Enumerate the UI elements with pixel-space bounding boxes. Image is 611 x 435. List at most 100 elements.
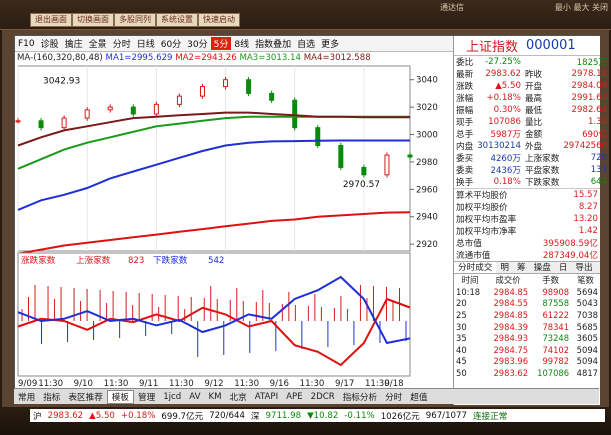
quote-cell: 0.30% <box>493 105 521 115</box>
status-item-12: 连接正常 <box>472 411 508 422</box>
quote-cell: 720 <box>590 153 608 163</box>
y-tick-label: 2960 <box>416 185 438 195</box>
trade-row[interactable]: 20 2984.55 87558 5043 <box>454 298 600 310</box>
status-item-4: 699.7亿元 <box>161 411 204 422</box>
trade-row[interactable]: 40 2984.75 74102 5094 <box>454 344 600 356</box>
multi-stock-button[interactable]: 多股同列 <box>114 13 156 27</box>
candle-body <box>407 154 413 158</box>
bottom-tab-9[interactable]: ATAPI <box>251 392 282 402</box>
quote-cell: 委比 <box>456 58 474 68</box>
trade-cell: 5694 <box>576 286 598 297</box>
trade-cell: 2984.85 <box>493 309 529 320</box>
bottom-tab-11[interactable]: 2DCR <box>307 392 339 402</box>
detail-tab-4[interactable]: 日 <box>555 262 572 273</box>
bottom-tab-13[interactable]: 分时 <box>381 391 406 403</box>
detail-tab-1[interactable]: 明 <box>496 262 513 273</box>
price-annotation: 3042.93 <box>43 77 80 87</box>
bottom-tab-7[interactable]: KM <box>204 392 225 402</box>
detail-tab-5[interactable]: 导出 <box>571 262 596 273</box>
y-tick-label: 3000 <box>416 131 438 141</box>
bottom-tab-4[interactable]: 管理 <box>134 391 159 403</box>
status-bar: 沪 2983.62 ▲5.50 +0.18% 699.7亿元 720/644 深 9711.9… <box>0 407 611 435</box>
up-count-value: 823 <box>128 256 144 266</box>
trade-cell: 2983.62 <box>493 367 529 378</box>
quote-cell: 133 <box>590 165 608 175</box>
quote-cell: 1.32 <box>587 117 608 127</box>
stats-row: 加权平均市净率 1.42 <box>454 225 600 237</box>
trade-cell: 2983.96 <box>493 356 529 367</box>
status-item-2: ▲5.50 <box>89 410 115 421</box>
trade-row[interactable]: 35 2984.93 73248 3605 <box>454 332 600 344</box>
stats-row: 总市值 395908.59亿 <box>454 237 600 249</box>
trade-row[interactable]: 25 2984.85 61222 7038 <box>454 309 600 321</box>
window-controls[interactable]: 最小 最大 关闭 <box>555 2 608 13</box>
trade-row[interactable]: 10:18 2984.85 98908 5694 <box>454 286 600 298</box>
trade-cell: 87558 <box>542 298 570 309</box>
trades-header-cell: 时间 <box>461 275 479 285</box>
quote-cell: 29742566 <box>563 141 608 151</box>
detail-tab-0[interactable]: 分时成交 <box>454 262 497 273</box>
x-tick-label: 9/18 <box>384 379 403 388</box>
switch-screen-button[interactable]: 切换画面 <box>72 13 114 27</box>
bottom-tab-8[interactable]: 北京 <box>226 391 251 403</box>
bottom-tab-1[interactable]: 指标 <box>39 391 64 403</box>
bottom-tab-3[interactable]: 模板 <box>106 389 134 404</box>
bottom-tab-14[interactable]: 超值 <box>406 391 431 403</box>
candle-body <box>176 95 182 105</box>
quote-cell: 总手 <box>456 130 474 140</box>
stats-row: 加权平均市盈率 13.20 <box>454 213 600 225</box>
candle-body <box>107 106 113 111</box>
candle-body <box>315 127 321 146</box>
trade-cell: 99782 <box>542 356 570 367</box>
quote-row: 振幅 0.30% 最低 2982.64 <box>454 104 609 116</box>
trades-header-cell: 成交价 <box>495 275 521 285</box>
x-tick-label: 9/11 <box>139 379 158 388</box>
quote-cell: 2982.64 <box>571 105 608 115</box>
price-chart[interactable]: 2920 2940 2960 2980 3000 3020 3040 3042.93 2970.… <box>15 36 453 388</box>
trade-row[interactable]: 30 2984.39 78341 5685 <box>454 321 600 333</box>
bottom-tab-2[interactable]: 表区推荐 <box>64 391 106 403</box>
trade-cell: 107086 <box>537 367 570 378</box>
quote-cell: 2436万 <box>490 166 521 176</box>
quote-cell: 644 <box>590 177 608 187</box>
stats-value: 8.27 <box>578 202 598 212</box>
x-tick-label: 9/17 <box>335 379 354 388</box>
bottom-tab-6[interactable]: AV <box>185 392 204 402</box>
status-item-3: +0.18% <box>120 410 156 421</box>
y-tick-label: 3040 <box>416 76 438 86</box>
bottom-tab-12[interactable]: 指标分析 <box>339 391 381 403</box>
trade-cell: 73248 <box>542 333 570 344</box>
main-plot-frame <box>17 65 411 252</box>
quote-cell: 1825万 <box>576 58 608 68</box>
quote-row: 内盘 30130214 外盘 29742566 <box>454 140 609 152</box>
exit-screen-button[interactable]: 退出画面 <box>30 13 72 27</box>
bottom-tab-10[interactable]: APE <box>282 392 307 402</box>
x-tick-label: 9/16 <box>270 379 289 388</box>
x-tick-label: 9/09 <box>18 379 37 388</box>
trade-cell: 2984.93 <box>493 333 529 344</box>
stats-label: 加权平均市盈率 <box>456 215 517 225</box>
detail-tab-3[interactable]: 操盘 <box>530 262 555 273</box>
quote-cell: 2984.08 <box>571 81 608 91</box>
trade-cell: 5685 <box>576 321 598 332</box>
quote-cell: 下跌家数 <box>524 178 560 188</box>
status-item-6: 深 <box>250 411 260 422</box>
trade-cell: 5094 <box>576 344 598 355</box>
trade-cell: 98908 <box>542 286 570 297</box>
quick-launch-button[interactable]: 快速启动 <box>198 13 240 27</box>
quote-cell <box>523 56 561 68</box>
quote-cell: 昨收 <box>524 70 543 80</box>
stats-row: 算术平均股价 15.57 <box>454 189 600 201</box>
x-tick-label: 11:30 <box>300 379 325 388</box>
candle-body <box>246 79 252 94</box>
detail-tab-2[interactable]: 筹 <box>513 262 530 273</box>
settings-button[interactable]: 系统设置 <box>156 13 198 27</box>
trade-cell: 50 <box>456 367 467 378</box>
quote-panel: 上证指数 000001 委比 -27.25% 1825万 最新 2983.62 昨收 297… <box>453 36 607 405</box>
bottom-tab-5[interactable]: 1jcd <box>159 392 185 402</box>
trade-row[interactable]: 50 2983.62 107086 4817 <box>454 367 600 379</box>
trade-row[interactable]: 45 2983.96 99782 5094 <box>454 356 600 368</box>
quote-cell: 外盘 <box>524 142 543 152</box>
quote-row: 涨幅 +0.18% 最高 2991.62 <box>454 92 609 104</box>
bottom-tab-0[interactable]: 常用 <box>14 391 39 403</box>
